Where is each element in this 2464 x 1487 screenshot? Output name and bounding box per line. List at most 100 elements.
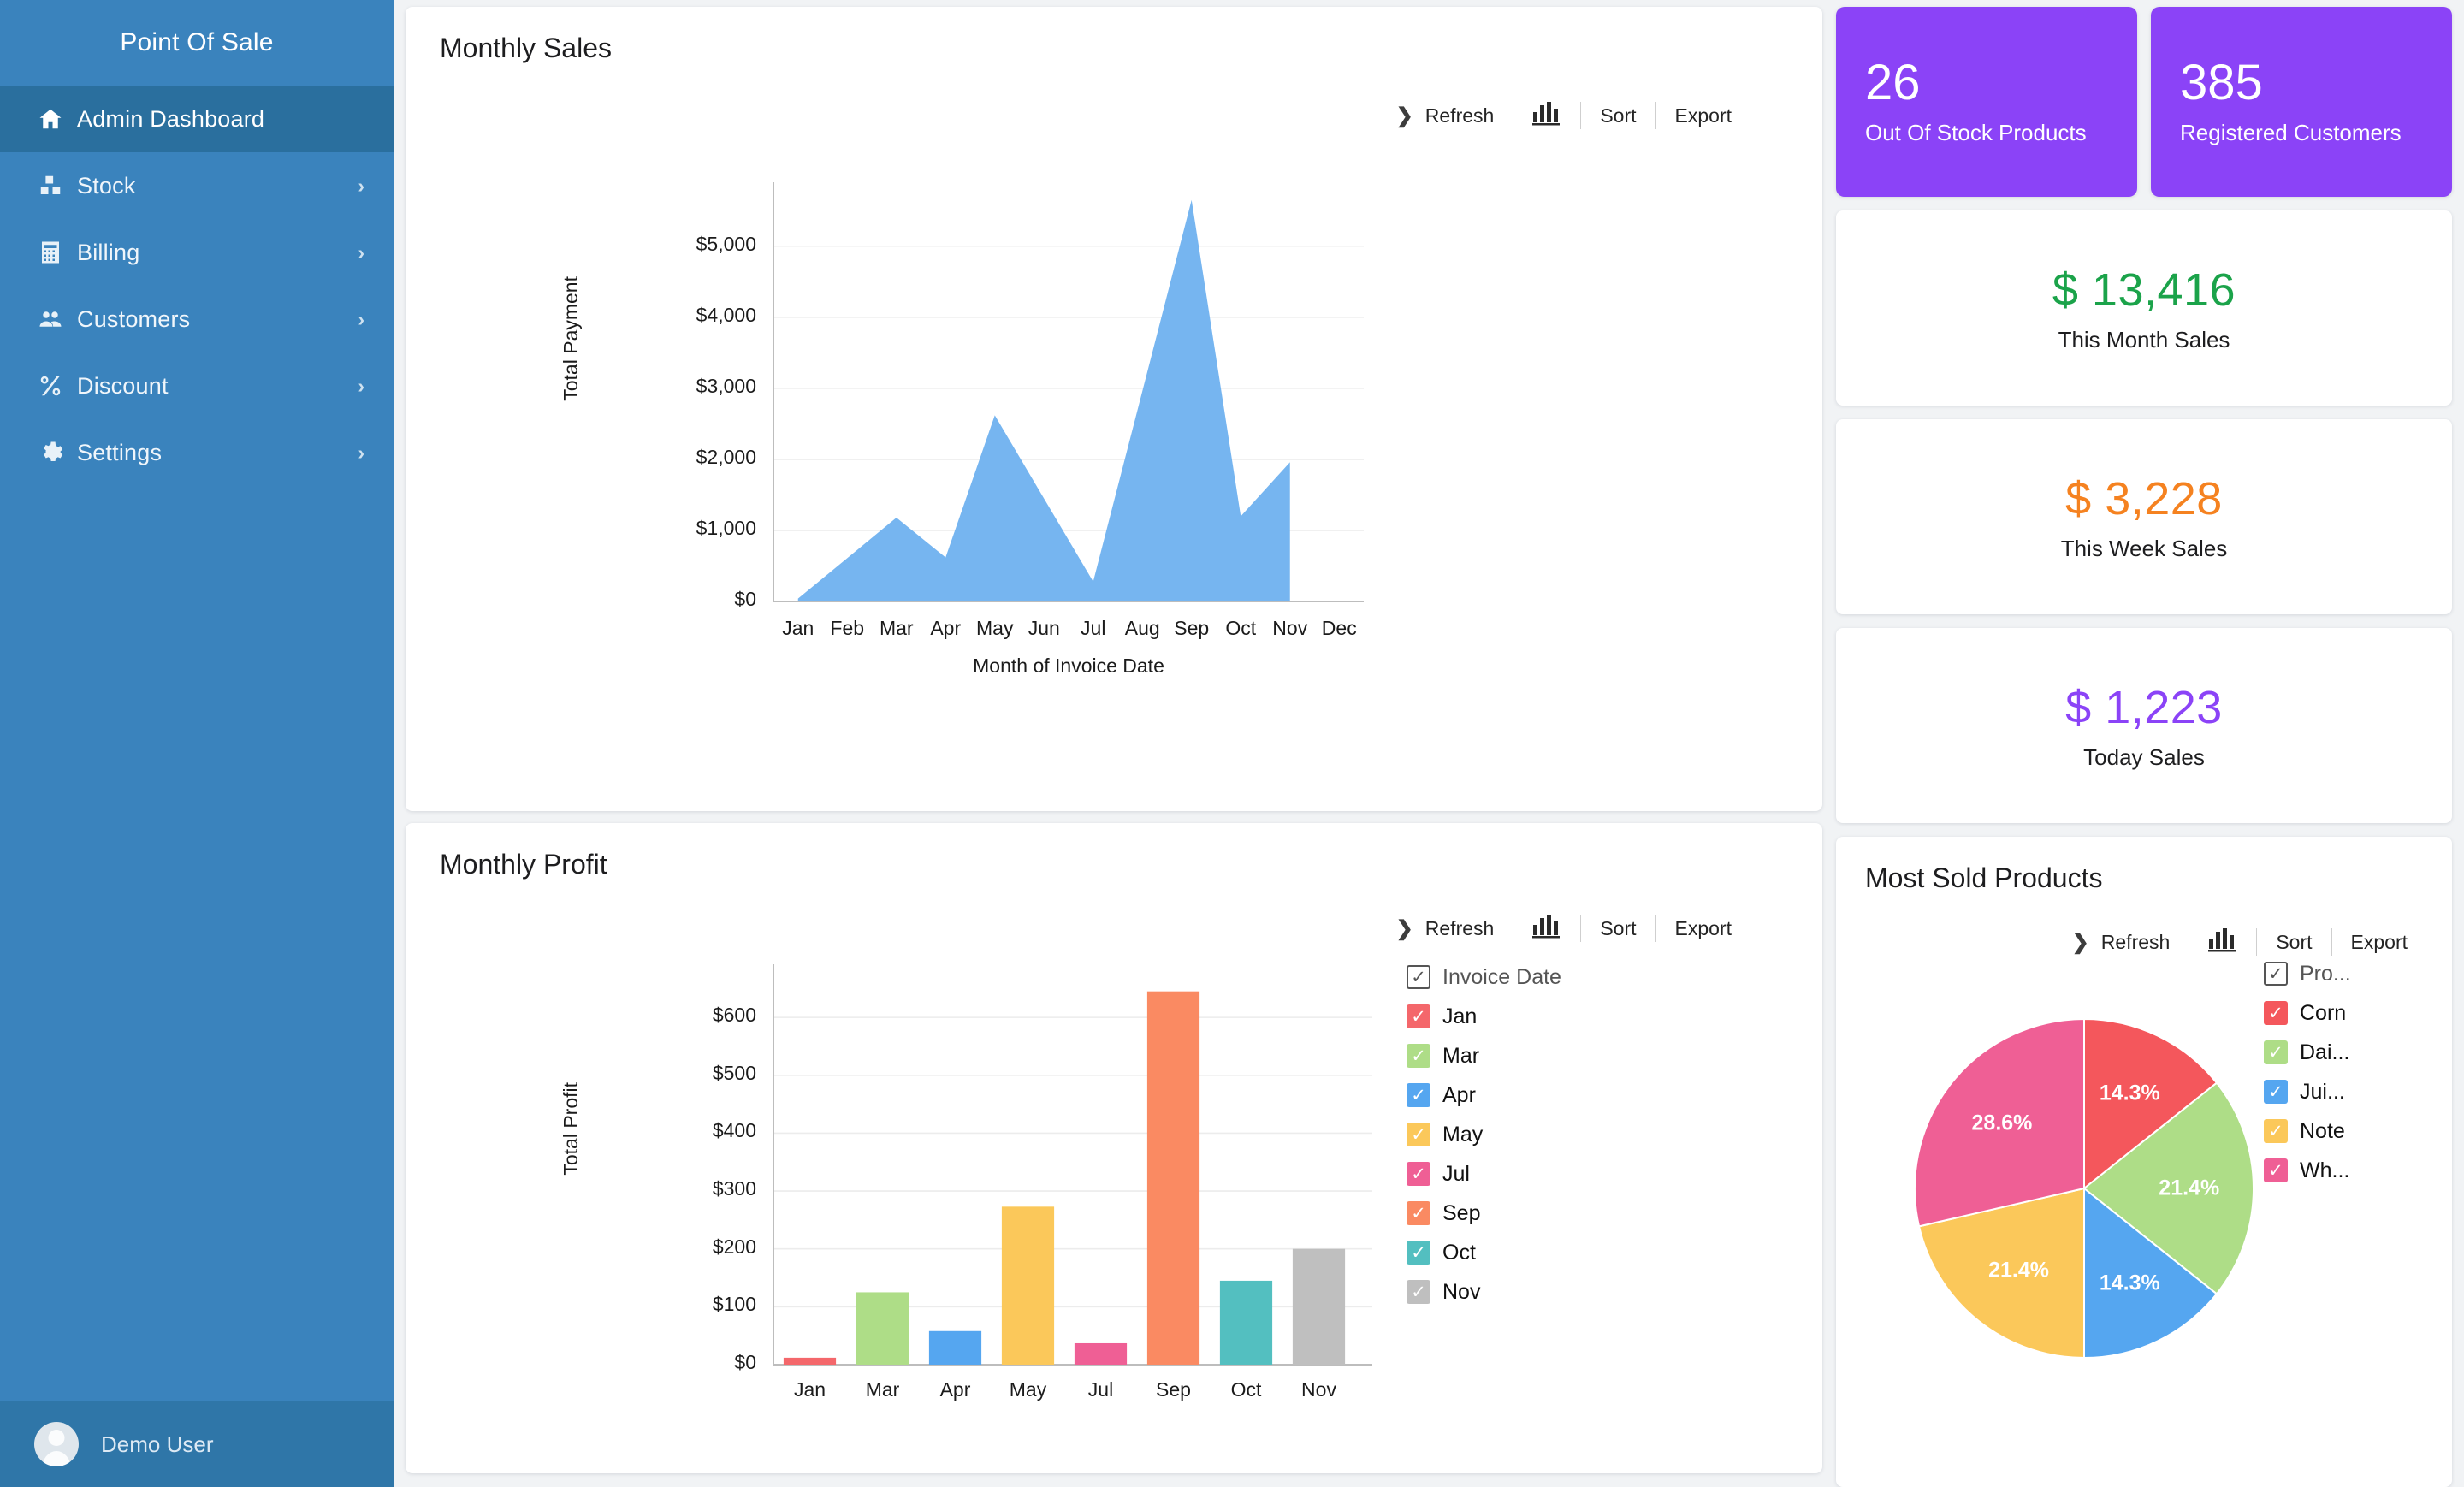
export-button[interactable]: Export (1656, 104, 1750, 127)
pie-slice-label: 14.3% (2100, 1271, 2160, 1295)
checkbox-icon[interactable]: ✓ (2264, 1040, 2288, 1064)
sidebar-item-stock[interactable]: Stock› (0, 152, 394, 219)
y-axis-tick: $500 (611, 1062, 756, 1085)
checkbox-icon[interactable]: ✓ (1407, 1162, 1430, 1186)
monthly-sales-chart[interactable]: $0$1,000$2,000$3,000$4,000$5,000Total Pa… (406, 157, 1822, 704)
week-sales-card[interactable]: $ 3,228 This Week Sales (1836, 419, 2452, 614)
x-axis-tick: Jul (1064, 1378, 1137, 1401)
legend-item[interactable]: ✓ Jan (1407, 997, 1561, 1036)
checkbox-icon[interactable]: ✓ (1407, 1083, 1430, 1107)
month-sales-card[interactable]: $ 13,416 This Month Sales (1836, 210, 2452, 406)
y-axis-tick: $100 (611, 1293, 756, 1316)
export-button[interactable]: Export (1656, 917, 1750, 940)
pie-slice-label: 14.3% (2100, 1081, 2160, 1106)
sidebar-item-customers[interactable]: Customers› (0, 286, 394, 352)
legend-item[interactable]: ✓ Note (2264, 1111, 2351, 1151)
checkbox-icon[interactable]: ✓ (1407, 965, 1430, 989)
legend-header[interactable]: ✓ Pro... (2264, 954, 2351, 993)
monthly-sales-card: Monthly Sales ❯ Refresh (406, 7, 1822, 811)
legend-item[interactable]: ✓Jui... (2264, 1072, 2351, 1111)
checkbox-icon[interactable]: ✓ (1407, 1241, 1430, 1265)
today-sales-card[interactable]: $ 1,223 Today Sales (1836, 628, 2452, 823)
registered-customers-value: 385 (2180, 57, 2452, 110)
legend-label: Oct (1442, 1241, 1476, 1265)
most-sold-products-chart[interactable]: 14.3%21.4%14.3%21.4%28.6%✓Pro...✓Corn✓Da… (1836, 975, 2452, 1454)
users-icon (38, 306, 77, 332)
legend-item[interactable]: ✓ Corn (2264, 993, 2351, 1033)
sidebar-item-discount[interactable]: Discount› (0, 352, 394, 419)
sidebar-user[interactable]: Demo User (0, 1401, 394, 1487)
checkbox-icon[interactable]: ✓ (2264, 1080, 2288, 1104)
x-axis-label: Month of Invoice Date (773, 655, 1364, 678)
legend-item[interactable]: ✓ Apr (1407, 1075, 1561, 1115)
y-axis-tick: $5,000 (611, 233, 756, 256)
most-sold-products-legend: ✓Pro...✓Corn✓Dai...✓Jui...✓Note✓Wh... (2264, 954, 2351, 1190)
legend-item[interactable]: ✓Wh... (2264, 1151, 2351, 1190)
sort-button[interactable]: Sort (2257, 931, 2331, 954)
checkbox-icon[interactable]: ✓ (1407, 1123, 1430, 1146)
checkbox-icon[interactable]: ✓ (2264, 962, 2288, 986)
refresh-button[interactable]: ❯ Refresh (1377, 916, 1513, 941)
refresh-label: Refresh (2101, 931, 2171, 954)
sidebar-item-settings[interactable]: Settings› (0, 419, 394, 486)
legend-label: Sep (1442, 1201, 1480, 1226)
y-axis-tick: $3,000 (611, 375, 756, 398)
legend-item[interactable]: ✓Nov (1407, 1272, 1561, 1312)
legend-header[interactable]: ✓Invoice Date (1407, 957, 1561, 997)
x-axis-tick: Nov (1282, 1378, 1355, 1401)
sidebar-item-admin-dashboard[interactable]: Admin Dashboard (0, 86, 394, 152)
export-button[interactable]: Export (2332, 931, 2426, 954)
legend-title: Pro... (2300, 962, 2351, 986)
sidebar-item-label: Stock (77, 173, 358, 199)
legend-label: Jan (1442, 1004, 1477, 1029)
monthly-profit-toolbar: ❯ Refresh Sort (406, 913, 1822, 944)
sort-button[interactable]: Sort (1581, 104, 1655, 127)
x-axis-tick: Apr (919, 1378, 992, 1401)
out-of-stock-card[interactable]: 26 Out Of Stock Products (1836, 7, 2137, 197)
legend-item[interactable]: ✓ May (1407, 1115, 1561, 1154)
checkbox-icon[interactable]: ✓ (2264, 1158, 2288, 1182)
chart-type-button[interactable] (1513, 913, 1580, 944)
y-axis-tick: $2,000 (611, 446, 756, 469)
checkbox-icon[interactable]: ✓ (1407, 1004, 1430, 1028)
refresh-button[interactable]: ❯ Refresh (1377, 104, 1513, 128)
legend-label: Note (2300, 1119, 2345, 1144)
gear-icon (38, 440, 77, 465)
checkbox-icon[interactable]: ✓ (2264, 1001, 2288, 1025)
legend-label: May (1442, 1123, 1483, 1147)
most-sold-products-toolbar: ❯ Refresh Sort (1836, 927, 2452, 957)
monthly-profit-card: Monthly Profit ❯ Refresh (406, 823, 1822, 1473)
percent-icon (38, 373, 77, 399)
registered-customers-card[interactable]: 385 Registered Customers (2151, 7, 2452, 197)
y-axis-label: Total Payment (560, 276, 583, 401)
x-axis-tick: Oct (1217, 617, 1266, 640)
chevron-right-icon: ❯ (2072, 930, 2089, 955)
app-brand-title: Point Of Sale (0, 0, 394, 86)
monthly-profit-title: Monthly Profit (406, 849, 1822, 880)
chart-type-button[interactable] (1513, 100, 1580, 131)
sort-button[interactable]: Sort (1581, 917, 1655, 940)
x-axis-tick: Oct (1210, 1378, 1282, 1401)
pie-slice-label: 28.6% (1972, 1111, 2033, 1135)
out-of-stock-value: 26 (1865, 57, 2137, 110)
checkbox-icon[interactable]: ✓ (1407, 1044, 1430, 1068)
bar-chart-icon (1532, 913, 1561, 944)
monthly-profit-legend: ✓Invoice Date✓Jan✓Mar✓Apr✓May✓Jul✓Sep✓Oc… (1407, 957, 1561, 1312)
sidebar: Point Of Sale Admin DashboardStock›Billi… (0, 0, 394, 1487)
sidebar-item-billing[interactable]: Billing› (0, 219, 394, 286)
refresh-button[interactable]: ❯ Refresh (2053, 930, 2189, 955)
checkbox-icon[interactable]: ✓ (1407, 1280, 1430, 1304)
legend-item[interactable]: ✓ Oct (1407, 1233, 1561, 1272)
checkbox-icon[interactable]: ✓ (1407, 1201, 1430, 1225)
monthly-profit-chart[interactable]: $0$100$200$300$400$500$600Total ProfitJa… (406, 963, 1822, 1450)
checkbox-icon[interactable]: ✓ (2264, 1119, 2288, 1143)
pie-slice-label: 21.4% (2159, 1176, 2219, 1201)
legend-item[interactable]: ✓ Sep (1407, 1194, 1561, 1233)
chart-type-button[interactable] (2189, 927, 2256, 957)
legend-item[interactable]: ✓Dai... (2264, 1033, 2351, 1072)
legend-label: Apr (1442, 1083, 1476, 1108)
legend-label: Corn (2300, 1001, 2346, 1026)
legend-item[interactable]: ✓Jul (1407, 1154, 1561, 1194)
legend-item[interactable]: ✓Mar (1407, 1036, 1561, 1075)
bar-chart-icon (2208, 927, 2237, 957)
